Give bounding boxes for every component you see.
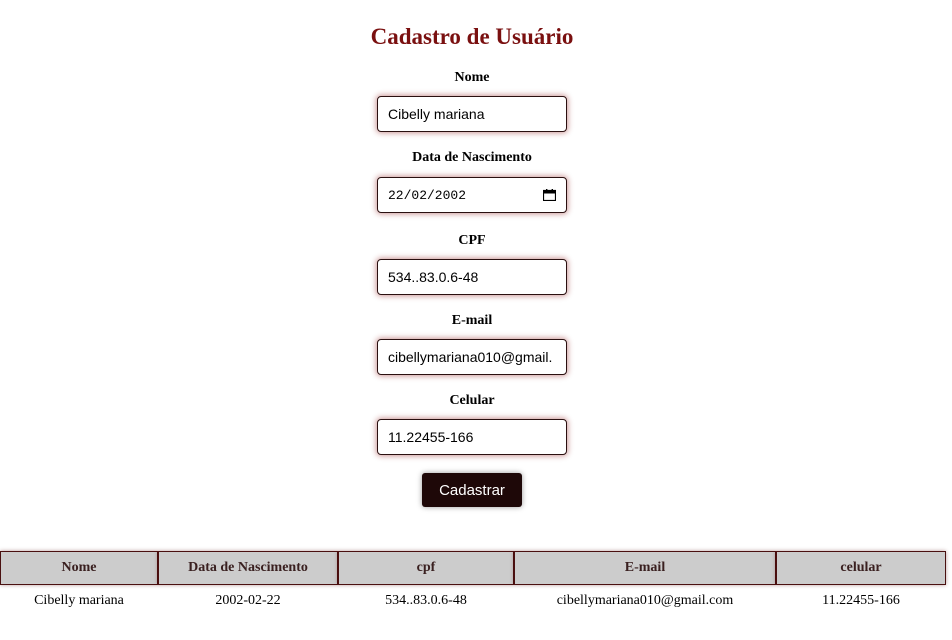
email-label: E-mail: [451, 313, 493, 328]
email-input[interactable]: cibellymariana010@gmail.: [377, 339, 567, 375]
cell-email: cibellymariana010@gmail.com: [556, 593, 734, 608]
cell-celular: 11.22455-166: [822, 593, 900, 608]
page-title: Cadastro de Usuário: [370, 24, 574, 49]
calendar-icon[interactable]: [543, 189, 556, 201]
nome-label: Nome: [454, 70, 490, 85]
header-celular: celular: [776, 551, 946, 585]
header-email: E-mail: [514, 551, 776, 585]
header-cpf: cpf: [338, 551, 514, 585]
nascimento-value: 22/02/2002: [388, 187, 467, 203]
cpf-label: CPF: [458, 233, 486, 248]
header-nascimento: Data de Nascimento: [158, 551, 338, 585]
celular-label: Celular: [449, 393, 495, 408]
users-table: Nome Data de Nascimento cpf E-mail celul…: [0, 551, 946, 617]
table-row: Cibelly mariana 2002-02-22 534..83.0.6-4…: [0, 585, 946, 617]
celular-input[interactable]: 11.22455-166: [377, 419, 567, 455]
page: Cadastro de Usuário Nome Cibelly mariana…: [0, 0, 952, 640]
nascimento-label: Data de Nascimento: [412, 150, 532, 165]
cell-nascimento: 2002-02-22: [215, 593, 281, 608]
cpf-input[interactable]: 534..83.0.6-48: [377, 259, 567, 295]
cell-cpf: 534..83.0.6-48: [385, 593, 467, 608]
nome-input[interactable]: Cibelly mariana: [377, 96, 567, 132]
cadastrar-button[interactable]: Cadastrar: [422, 473, 522, 507]
table-header-row: Nome Data de Nascimento cpf E-mail celul…: [0, 551, 946, 585]
nascimento-date-input[interactable]: 22/02/2002: [377, 177, 567, 213]
header-nome: Nome: [0, 551, 158, 585]
cell-nome: Cibelly mariana: [34, 593, 124, 608]
